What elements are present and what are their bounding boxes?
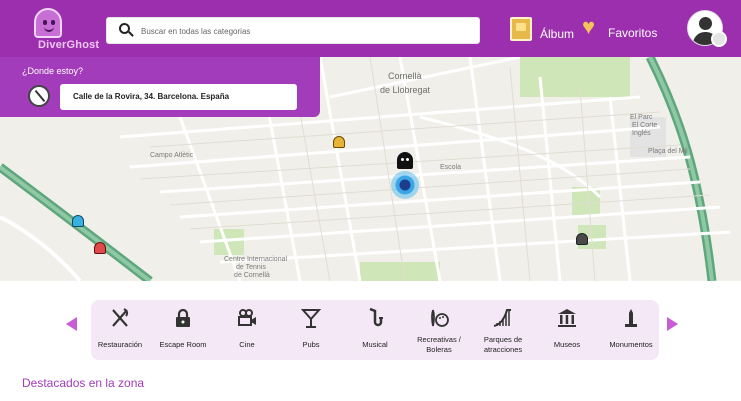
avatar-status-badge (711, 31, 727, 47)
search-box[interactable] (106, 17, 480, 44)
museum-icon (558, 309, 576, 327)
category-label: Monumentos (609, 340, 653, 349)
place-marker-icon[interactable] (333, 136, 345, 148)
category-recreativas[interactable]: Recreativas / Boleras (407, 300, 471, 360)
album-button[interactable]: Álbum (510, 14, 574, 44)
place-marker-icon[interactable] (94, 242, 106, 254)
map-label: El Parc (630, 114, 653, 121)
heart-icon: ♥ (582, 14, 596, 39)
ghost-logo-icon (34, 8, 62, 38)
app-name: DiverGhost (38, 39, 100, 51)
map-label: El Corte (632, 122, 657, 129)
place-marker-icon[interactable] (72, 215, 84, 227)
map-label: de Cornellà (234, 272, 270, 279)
top-header: DiverGhost Álbum ♥ Favoritos (0, 0, 741, 57)
category-bar: Restauración Escape Room Cine Pubs Music… (91, 300, 659, 360)
place-marker-icon[interactable] (576, 233, 588, 245)
map-label: Centre Internacional (224, 256, 287, 263)
favorites-label: Favoritos (608, 26, 658, 40)
fork-knife-icon (112, 308, 129, 327)
compass-icon[interactable] (28, 85, 50, 107)
map-label: de Tennis (236, 264, 266, 271)
user-ghost-marker-icon (397, 152, 413, 169)
featured-section-title: Destacados en la zona (22, 376, 145, 390)
map-label: Cornellà (388, 71, 422, 81)
category-label: Escape Room (159, 340, 207, 349)
categories-next-arrow-icon[interactable] (667, 317, 678, 331)
saxophone-icon (369, 308, 383, 327)
map-label: de Llobregat (380, 85, 431, 95)
categories-prev-arrow-icon[interactable] (66, 317, 77, 331)
current-location-icon (391, 171, 419, 199)
category-label: Recreativas / Boleras (417, 335, 461, 354)
map-label: Campo Atlètic (150, 152, 194, 159)
category-restauracion[interactable]: Restauración (88, 300, 152, 360)
photo-album-icon (510, 17, 532, 41)
album-label: Álbum (540, 27, 575, 41)
location-panel: ¿Donde estoy? Calle de la Rovira, 34. Ba… (0, 57, 320, 117)
address-field[interactable]: Calle de la Rovira, 34. Barcelona. Españ… (60, 84, 297, 110)
category-parques[interactable]: Parques de atracciones (471, 300, 535, 360)
category-musical[interactable]: Musical (343, 300, 407, 360)
category-museos[interactable]: Museos (535, 300, 599, 360)
map-label: Inglés (632, 130, 651, 137)
cocktail-glass-icon (301, 309, 321, 328)
category-label: Museos (553, 340, 581, 349)
category-monumentos[interactable]: Monumentos (599, 300, 663, 360)
bowling-icon (431, 309, 449, 327)
page: DiverGhost Álbum ♥ Favoritos (0, 0, 741, 401)
favorites-button[interactable]: ♥ Favoritos (582, 14, 657, 44)
category-label: Musical (362, 340, 388, 349)
map-label: Plaça del Mil (648, 148, 688, 155)
category-label: Restauración (97, 340, 143, 349)
roller-coaster-icon (493, 309, 511, 327)
padlock-icon (176, 308, 190, 327)
category-label: Parques de atracciones (483, 335, 523, 354)
category-pubs[interactable]: Pubs (279, 300, 343, 360)
category-escape-room[interactable]: Escape Room (151, 300, 215, 360)
category-cine[interactable]: Cine (215, 300, 279, 360)
category-label: Cine (239, 340, 255, 349)
map-label: Escola (440, 164, 461, 171)
location-title: ¿Donde estoy? (22, 66, 84, 76)
search-input[interactable] (141, 23, 471, 39)
category-label: Pubs (302, 340, 320, 349)
search-icon[interactable] (119, 23, 134, 37)
video-camera-icon (238, 309, 256, 326)
app-logo[interactable]: DiverGhost (26, 8, 99, 52)
monument-icon (625, 309, 637, 327)
